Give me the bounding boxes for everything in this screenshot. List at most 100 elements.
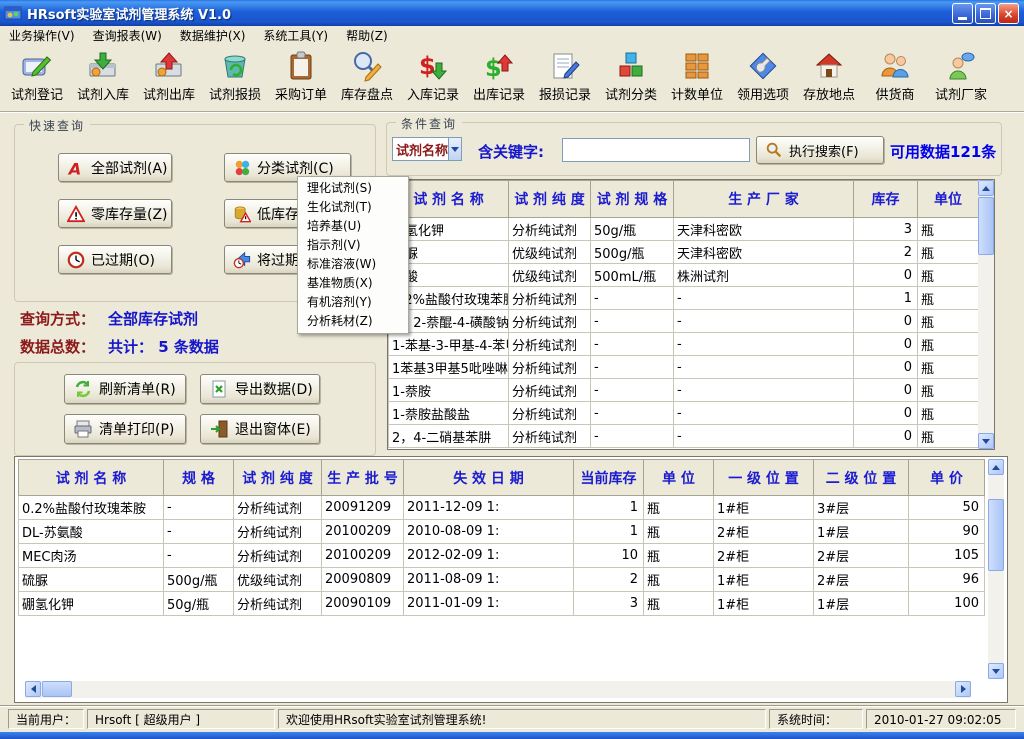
scroll-down-button[interactable] xyxy=(988,663,1004,679)
bottom-table-hscrollbar[interactable] xyxy=(25,681,971,698)
toolbar-reagent-in[interactable]: 试剂入库 xyxy=(70,46,136,108)
col-header-spec[interactable]: 规 格 xyxy=(164,460,234,496)
toolbar-in-record[interactable]: $ 入库记录 xyxy=(400,46,466,108)
menu-business[interactable]: 业务操作(V) xyxy=(0,26,84,46)
scroll-down-button[interactable] xyxy=(978,433,994,449)
cell-spec: - xyxy=(591,402,674,425)
scrollbar-thumb[interactable] xyxy=(42,681,72,697)
menu-item-category[interactable]: 培养基(U) xyxy=(298,217,408,236)
table-row[interactable]: 1苯基3甲基5吡唑啉酮 分析纯试剂 - - 0 瓶 xyxy=(389,356,979,379)
menu-data-maintenance[interactable]: 数据维护(X) xyxy=(171,26,255,46)
refresh-list-button[interactable]: 刷新清单(R) xyxy=(64,374,186,404)
menu-help[interactable]: 帮助(Z) xyxy=(337,26,397,46)
keyword-input[interactable] xyxy=(562,138,750,162)
menu-system-tools[interactable]: 系统工具(Y) xyxy=(254,26,337,46)
menu-item-category[interactable]: 有机溶剂(Y) xyxy=(298,293,408,312)
restore-button[interactable] xyxy=(975,3,996,24)
toolbar-reagent-register[interactable]: 试剂登记 xyxy=(4,46,70,108)
toolbar-reagent-out[interactable]: 试剂出库 xyxy=(136,46,202,108)
cell-stock: 1 xyxy=(574,496,644,520)
col-header-purity[interactable]: 试 剂 纯 度 xyxy=(234,460,322,496)
combobox-dropdown-button[interactable] xyxy=(448,138,461,160)
print-list-button[interactable]: 清单打印(P) xyxy=(64,414,186,444)
export-data-button[interactable]: 导出数据(D) xyxy=(200,374,320,404)
menu-item-category[interactable]: 分析耗材(Z) xyxy=(298,312,408,331)
cell-stock: 1 xyxy=(574,520,644,544)
cell-location2: 1#层 xyxy=(814,520,909,544)
cell-purity: 分析纯试剂 xyxy=(509,287,591,310)
toolbar-reagent-loss[interactable]: 试剂报损 xyxy=(202,46,268,108)
cell-stock: 0 xyxy=(854,310,918,333)
col-header-maker[interactable]: 生 产 厂 家 xyxy=(674,181,854,218)
menu-item-category[interactable]: 指示剂(V) xyxy=(298,236,408,255)
table-row[interactable]: DL-苏氨酸 - 分析纯试剂 20100209 2010-08-09 1: 1 … xyxy=(19,520,985,544)
scroll-right-button[interactable] xyxy=(955,681,971,697)
toolbar-manufacturer[interactable]: 试剂厂家 xyxy=(928,46,994,108)
menu-item-category[interactable]: 理化试剂(S) xyxy=(298,179,408,198)
scrollbar-thumb[interactable] xyxy=(988,499,1004,571)
cell-stock: 0 xyxy=(854,379,918,402)
col-header-location2[interactable]: 二 级 位 置 xyxy=(814,460,909,496)
menu-reports[interactable]: 查询报表(W) xyxy=(84,26,171,46)
table-row[interactable]: 1-萘胺盐酸盐 分析纯试剂 - - 0 瓶 xyxy=(389,402,979,425)
table-row[interactable]: MEC肉汤 - 分析纯试剂 20100209 2012-02-09 1: 10 … xyxy=(19,544,985,568)
cell-expire: 2010-08-09 1: xyxy=(404,520,574,544)
table-row[interactable]: 2，4-二硝基苯肼 分析纯试剂 - - 0 瓶 xyxy=(389,425,979,448)
cell-spec: - xyxy=(591,356,674,379)
scroll-up-button[interactable] xyxy=(978,180,994,196)
cell-spec: 500g/瓶 xyxy=(164,568,234,592)
col-header-location1[interactable]: 一 级 位 置 xyxy=(714,460,814,496)
search-button[interactable]: 执行搜索(F) xyxy=(756,136,884,164)
table-row[interactable]: 硫脲 500g/瓶 优级纯试剂 20090809 2011-08-09 1: 2… xyxy=(19,568,985,592)
toolbar-requisition-option[interactable]: 领用选项 xyxy=(730,46,796,108)
toolbar-reagent-category[interactable]: 试剂分类 xyxy=(598,46,664,108)
arrow-right-icon xyxy=(961,685,966,693)
menu-item-category[interactable]: 标准溶液(W) xyxy=(298,255,408,274)
table-row[interactable]: 硫脲 优级纯试剂 500g/瓶 天津科密欧 2 瓶 xyxy=(389,241,979,264)
cell-stock: 10 xyxy=(574,544,644,568)
stock-check-icon xyxy=(351,50,383,82)
all-reagents-button[interactable]: A 全部试剂(A) xyxy=(58,153,172,182)
col-header-unit[interactable]: 单 位 xyxy=(644,460,714,496)
col-header-purity[interactable]: 试 剂 纯 度 xyxy=(509,181,591,218)
toolbar-supplier[interactable]: 供货商 xyxy=(862,46,928,108)
scrollbar-thumb[interactable] xyxy=(978,197,994,255)
table-row[interactable]: 硼氢化钾 50g/瓶 分析纯试剂 20090109 2011-01-09 1: … xyxy=(19,592,985,616)
table-row[interactable]: 0.2%盐酸付玫瑰苯胺 分析纯试剂 - - 1 瓶 xyxy=(389,287,979,310)
scroll-left-button[interactable] xyxy=(25,681,41,697)
col-header-expire[interactable]: 失 效 日 期 xyxy=(404,460,574,496)
toolbar-storage-location[interactable]: 存放地点 xyxy=(796,46,862,108)
table-row[interactable]: 盐酸 优级纯试剂 500mL/瓶 株洲试剂 0 瓶 xyxy=(389,264,979,287)
close-button[interactable]: × xyxy=(998,3,1019,24)
table-row[interactable]: 1-萘胺 分析纯试剂 - - 0 瓶 xyxy=(389,379,979,402)
scroll-up-button[interactable] xyxy=(988,459,1004,475)
cell-price: 105 xyxy=(909,544,985,568)
toolbar-out-record[interactable]: $ 出库记录 xyxy=(466,46,532,108)
col-header-current-stock[interactable]: 当前库存 xyxy=(574,460,644,496)
col-header-name[interactable]: 试 剂 名 称 xyxy=(19,460,164,496)
col-header-unit[interactable]: 单位 xyxy=(918,181,979,218)
exit-form-button[interactable]: 退出窗体(E) xyxy=(200,414,320,444)
top-table-vscrollbar[interactable] xyxy=(978,180,994,449)
field-selector-combobox[interactable]: 试剂名称 xyxy=(392,137,462,161)
menu-item-category[interactable]: 生化试剂(T) xyxy=(298,198,408,217)
col-header-spec[interactable]: 试 剂 规 格 xyxy=(591,181,674,218)
table-row[interactable]: 硼氢化钾 分析纯试剂 50g/瓶 天津科密欧 3 瓶 xyxy=(389,218,979,241)
toolbar-purchase-order[interactable]: 采购订单 xyxy=(268,46,334,108)
minimize-button[interactable] xyxy=(952,3,973,24)
toolbar-stock-check[interactable]: 库存盘点 xyxy=(334,46,400,108)
toolbar-count-unit[interactable]: 计数单位 xyxy=(664,46,730,108)
col-header-batch[interactable]: 生 产 批 号 xyxy=(322,460,404,496)
expired-button[interactable]: 已过期(O) xyxy=(58,245,172,274)
zero-stock-button[interactable]: 零库存量(Z) xyxy=(58,199,172,228)
cell-price: 96 xyxy=(909,568,985,592)
table-row[interactable]: 1，2-萘醌-4-磺酸钠 分析纯试剂 - - 0 瓶 xyxy=(389,310,979,333)
table-row[interactable]: 0.2%盐酸付玫瑰苯胺 - 分析纯试剂 20091209 2011-12-09 … xyxy=(19,496,985,520)
table-row[interactable]: 1-苯基-3-甲基-4-苯甲 分析纯试剂 - - 0 瓶 xyxy=(389,333,979,356)
col-header-price[interactable]: 单 价 xyxy=(909,460,985,496)
col-header-stock[interactable]: 库存 xyxy=(854,181,918,218)
menu-item-category[interactable]: 基准物质(X) xyxy=(298,274,408,293)
toolbar-loss-record[interactable]: 报损记录 xyxy=(532,46,598,108)
bottom-table-vscrollbar[interactable] xyxy=(988,459,1004,679)
reagent-register-icon xyxy=(21,50,53,82)
